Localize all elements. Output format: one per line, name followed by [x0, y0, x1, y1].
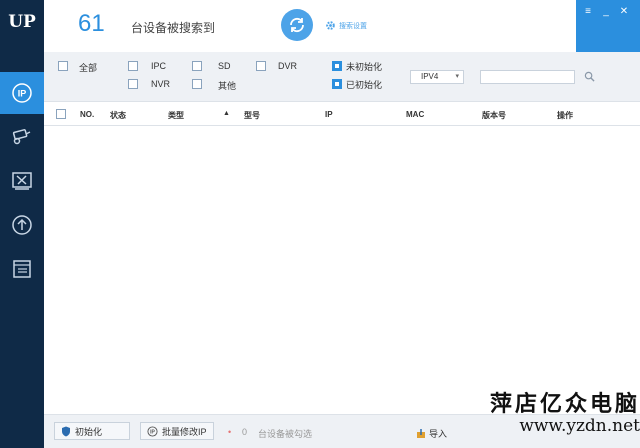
window-controls: ≡ _ ✕	[576, 0, 640, 52]
filter-all-label: 全部	[79, 63, 98, 73]
column-header-action[interactable]: 操作	[557, 110, 573, 121]
filter-initialized-checkbox[interactable]	[332, 79, 342, 89]
sidebar-item-document[interactable]	[0, 248, 44, 290]
filter-sd-label: SD	[218, 61, 231, 71]
watermark: 萍店亿众电脑 www.yzdn.net	[440, 386, 640, 436]
column-header-type[interactable]: 类型	[168, 110, 184, 121]
filter-dvr-label: DVR	[278, 61, 298, 71]
close-icon[interactable]: ✕	[618, 6, 630, 18]
chevron-down-icon: ▾	[455, 73, 459, 80]
filter-ipc-checkbox[interactable]	[128, 61, 138, 71]
gear-icon	[326, 21, 335, 30]
refresh-icon	[290, 17, 304, 33]
ip-small-icon: IP	[147, 425, 158, 437]
filter-nvr-label: NVR	[151, 79, 171, 89]
sidebar-item-ip[interactable]: IP	[0, 72, 44, 114]
sidebar-item-camera[interactable]	[0, 116, 44, 158]
watermark-url: www.yzdn.net	[519, 416, 640, 436]
upgrade-icon	[12, 215, 32, 235]
ip-version-value: IPV4	[421, 72, 439, 81]
initialize-label: 初始化	[75, 426, 103, 437]
device-count: 61	[78, 10, 105, 37]
selected-dot: •	[228, 427, 232, 437]
refresh-button[interactable]	[281, 9, 313, 41]
app-logo: UP	[8, 12, 36, 32]
device-count-label: 台设备被搜索到	[131, 21, 216, 35]
selected-label: 台设备被勾选	[258, 429, 313, 439]
column-header-no[interactable]: NO.	[80, 110, 94, 119]
search-settings-label: 搜索设置	[339, 22, 367, 30]
menu-icon[interactable]: ≡	[582, 6, 594, 18]
device-table-body	[44, 126, 640, 414]
filter-nvr-checkbox[interactable]	[128, 79, 138, 89]
shield-icon	[62, 426, 70, 436]
minimize-icon[interactable]: _	[600, 6, 612, 18]
column-header-mac[interactable]: MAC	[406, 110, 424, 119]
filter-ipc-label: IPC	[151, 61, 167, 71]
camera-icon	[12, 129, 31, 145]
import-icon	[417, 428, 425, 438]
sidebar: UP IP	[0, 0, 44, 448]
svg-text:IP: IP	[18, 89, 27, 99]
svg-text:IP: IP	[150, 429, 155, 435]
ip-icon: IP	[12, 83, 32, 103]
sidebar-item-upgrade[interactable]	[0, 204, 44, 246]
column-header-model[interactable]: 型号	[244, 110, 260, 121]
batch-modify-ip-label: 批量修改IP	[162, 426, 207, 437]
selected-count: 0	[242, 427, 248, 437]
filter-initialized-label: 已初始化	[346, 80, 383, 90]
batch-modify-ip-button[interactable]: IP 批量修改IP	[140, 422, 214, 440]
ip-version-select[interactable]: IPV4 ▾	[410, 70, 464, 84]
filter-sd-checkbox[interactable]	[192, 61, 202, 71]
sidebar-item-tools[interactable]	[0, 160, 44, 202]
column-header-ip[interactable]: IP	[325, 110, 333, 119]
filter-other-checkbox[interactable]	[192, 79, 202, 89]
column-header-status[interactable]: 状态	[110, 110, 126, 121]
search-icon[interactable]	[584, 71, 595, 84]
document-icon	[13, 260, 31, 278]
filter-uninitialized-label: 未初始化	[346, 62, 383, 72]
filter-all-checkbox[interactable]	[58, 61, 68, 71]
select-all-checkbox[interactable]	[56, 109, 66, 119]
initialize-button[interactable]: 初始化	[54, 422, 130, 440]
table-header	[44, 102, 640, 126]
search-input[interactable]	[480, 70, 575, 84]
column-header-version[interactable]: 版本号	[482, 110, 506, 121]
filter-uninitialized-checkbox[interactable]	[332, 61, 342, 71]
filter-dvr-checkbox[interactable]	[256, 61, 266, 71]
sort-ascending-icon[interactable]: ▲	[223, 110, 230, 117]
tools-icon	[12, 172, 32, 190]
watermark-title: 萍店亿众电脑	[489, 391, 640, 417]
filter-other-label: 其他	[218, 81, 237, 91]
search-settings-link[interactable]: 搜索设置	[325, 20, 367, 31]
